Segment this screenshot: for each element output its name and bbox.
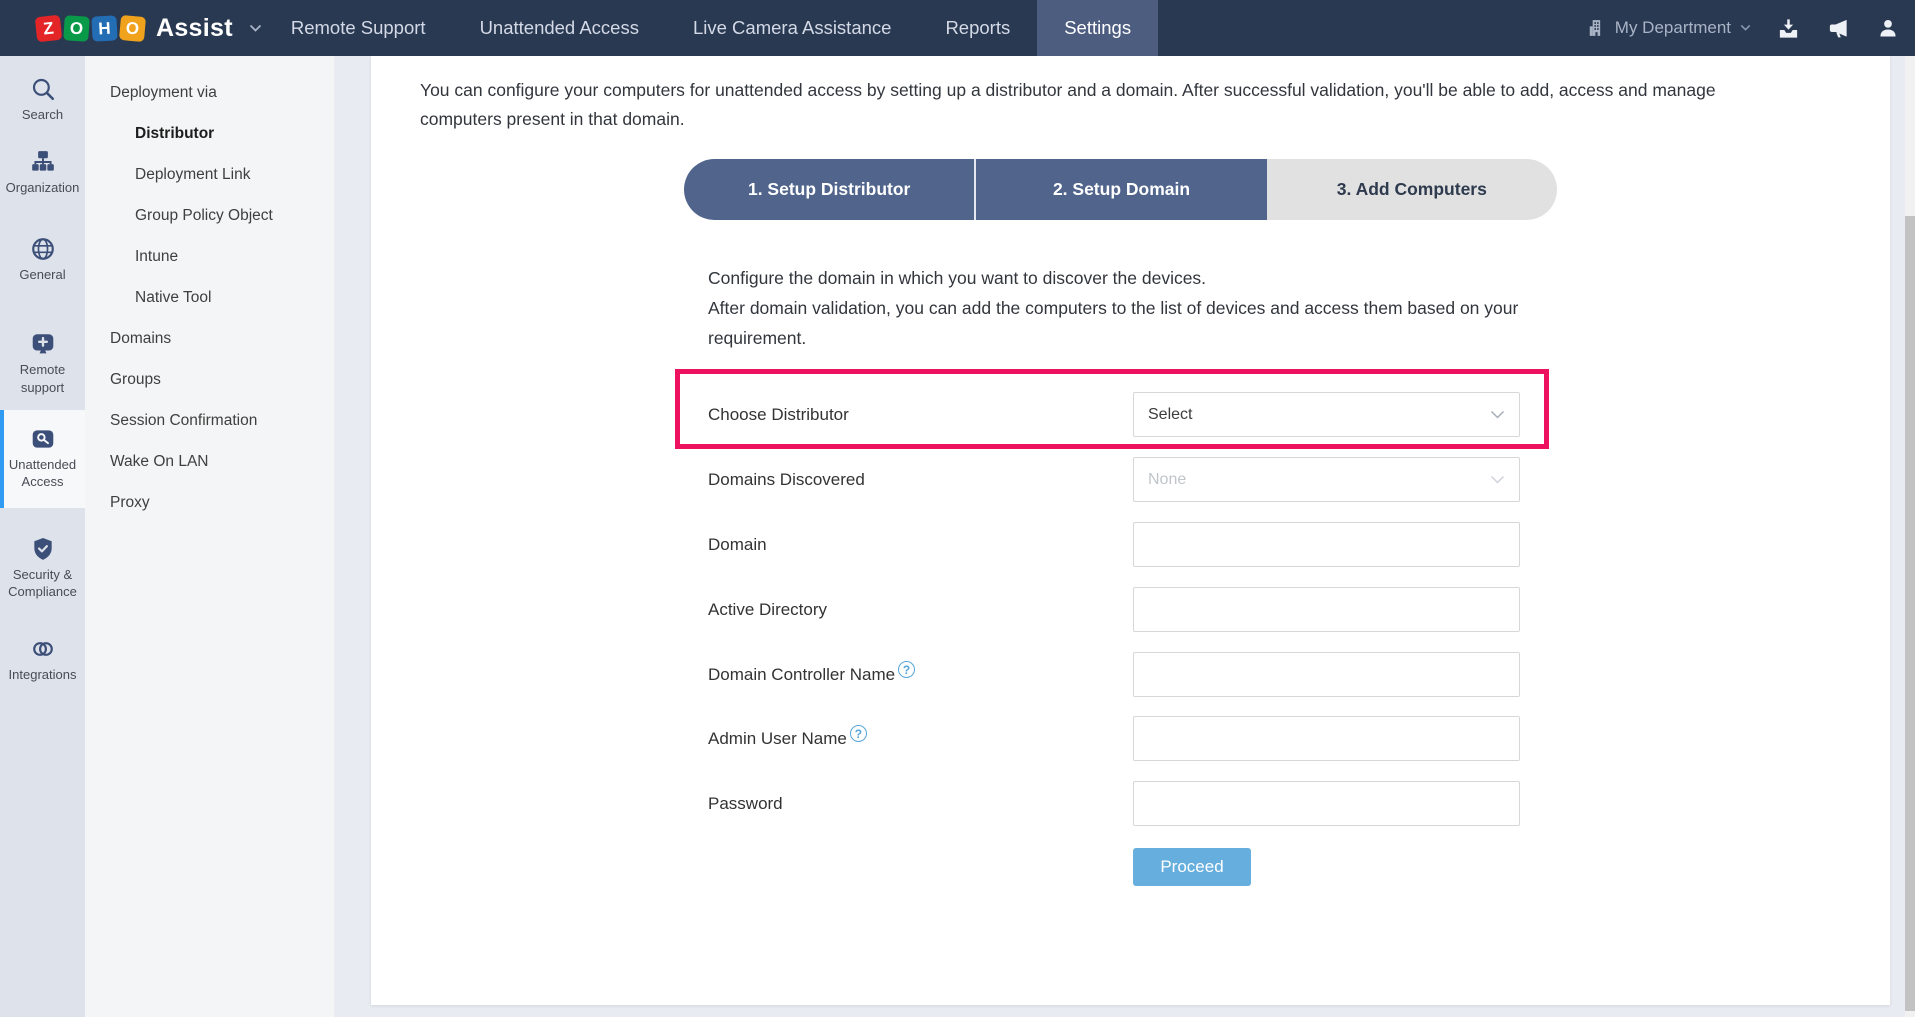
- admin-user-label: Admin User Name ?: [708, 716, 867, 761]
- description-line-1: Configure the domain in which you want t…: [708, 263, 1568, 293]
- label-text: Domain Controller Name: [708, 665, 895, 685]
- distributor-setup-panel: You can configure your computers for una…: [371, 56, 1890, 1005]
- label-text: Admin User Name: [708, 729, 847, 749]
- user-account-icon[interactable]: [1877, 17, 1899, 39]
- remote-support-icon: [30, 331, 56, 357]
- product-name: Assist: [156, 14, 233, 43]
- top-right-controls: My Department: [1586, 0, 1915, 56]
- announcements-icon[interactable]: [1826, 17, 1851, 40]
- form-row-domain: Domain: [708, 522, 1568, 567]
- admin-username-input[interactable]: [1133, 716, 1520, 761]
- intro-text: You can configure your computers for una…: [420, 76, 1750, 134]
- choose-distributor-select[interactable]: Select: [1133, 392, 1520, 437]
- organization-icon: [30, 149, 56, 175]
- logo-letter-z: Z: [35, 14, 62, 41]
- password-label: Password: [708, 781, 783, 826]
- nav-item-unattended-access[interactable]: Unattended Access: [453, 0, 666, 56]
- chevron-down-icon: [1490, 475, 1505, 485]
- selected-value: None: [1148, 471, 1186, 489]
- wizard-step-setup-distributor[interactable]: 1. Setup Distributor: [684, 159, 976, 220]
- chevron-down-icon[interactable]: [249, 24, 262, 33]
- form-row-active-directory: Active Directory: [708, 587, 1568, 632]
- rail-item-label: Organization: [6, 179, 80, 196]
- sidebar-item-domains[interactable]: Domains: [85, 318, 334, 359]
- sidebar-item-groups[interactable]: Groups: [85, 359, 334, 400]
- form-row-domains-discovered: Domains Discovered None: [708, 457, 1568, 502]
- rail-item-unattended-access[interactable]: Unattended Access: [0, 410, 85, 508]
- form-row-domain-controller: Domain Controller Name ?: [708, 652, 1568, 697]
- chevron-down-icon: [1490, 410, 1505, 420]
- rail-item-label: Search: [22, 106, 63, 123]
- top-navigation-bar: Z O H O Assist Remote Support Unattended…: [0, 0, 1915, 56]
- logo-letter-h: H: [91, 15, 117, 41]
- unattended-access-settings-menu: Deployment via Distributor Deployment Li…: [85, 56, 334, 1017]
- form-row-admin-user: Admin User Name ?: [708, 716, 1568, 761]
- zoho-logo: Z O H O: [36, 16, 145, 41]
- selected-value: Select: [1148, 406, 1192, 424]
- help-icon[interactable]: ?: [850, 725, 867, 742]
- brand[interactable]: Z O H O Assist: [0, 0, 262, 56]
- sidebar-item-intune[interactable]: Intune: [85, 236, 334, 277]
- chevron-down-icon: [1740, 24, 1751, 32]
- rail-item-label: Unattended Access: [4, 456, 81, 490]
- rail-item-remote-support[interactable]: Remote support: [0, 331, 85, 395]
- integrations-icon: [30, 636, 56, 662]
- wizard-step-add-computers[interactable]: 3. Add Computers: [1267, 159, 1557, 220]
- setup-wizard-steps: 1. Setup Distributor 2. Setup Domain 3. …: [684, 159, 1557, 220]
- building-icon: [1586, 18, 1606, 38]
- nav-item-remote-support[interactable]: Remote Support: [264, 0, 453, 56]
- active-directory-input[interactable]: [1133, 587, 1520, 632]
- sidebar-item-session-confirmation[interactable]: Session Confirmation: [85, 400, 334, 441]
- nav-item-reports[interactable]: Reports: [918, 0, 1037, 56]
- domain-controller-label: Domain Controller Name ?: [708, 652, 915, 697]
- logo-letter-o1: O: [63, 15, 90, 42]
- domain-controller-input[interactable]: [1133, 652, 1520, 697]
- domain-input[interactable]: [1133, 522, 1520, 567]
- rail-item-label: Security & Compliance: [0, 566, 85, 600]
- department-selector[interactable]: My Department: [1586, 18, 1751, 38]
- main-menu: Remote Support Unattended Access Live Ca…: [264, 0, 1158, 56]
- domains-discovered-select[interactable]: None: [1133, 457, 1520, 502]
- rail-item-integrations[interactable]: Integrations: [0, 636, 85, 683]
- settings-icon-rail: Search Organization: [0, 56, 85, 1017]
- password-input[interactable]: [1133, 781, 1520, 826]
- rail-item-general[interactable]: General: [0, 236, 85, 283]
- download-icon[interactable]: [1777, 17, 1800, 40]
- choose-distributor-label: Choose Distributor: [708, 392, 849, 437]
- globe-icon: [30, 236, 56, 262]
- rail-item-organization[interactable]: Organization: [0, 149, 85, 196]
- help-icon[interactable]: ?: [898, 661, 915, 678]
- app-window: Z O H O Assist Remote Support Unattended…: [0, 0, 1915, 1017]
- rail-item-security-compliance[interactable]: Security & Compliance: [0, 536, 85, 600]
- nav-item-live-camera-assistance[interactable]: Live Camera Assistance: [666, 0, 918, 56]
- rail-item-search[interactable]: Search: [0, 76, 85, 123]
- vertical-scrollbar[interactable]: [1905, 56, 1915, 1017]
- sidebar-item-native-tool[interactable]: Native Tool: [85, 277, 334, 318]
- nav-item-settings[interactable]: Settings: [1037, 0, 1158, 56]
- description-line-2: After domain validation, you can add the…: [708, 293, 1568, 353]
- rail-item-label: General: [19, 266, 65, 283]
- department-label: My Department: [1615, 18, 1731, 38]
- rail-item-label: Integrations: [9, 666, 77, 683]
- wizard-step-setup-domain[interactable]: 2. Setup Domain: [976, 159, 1266, 220]
- logo-letter-o2: O: [119, 14, 146, 41]
- form-row-choose-distributor: Choose Distributor Select: [708, 392, 1568, 437]
- sidebar-item-proxy[interactable]: Proxy: [85, 482, 334, 523]
- sidebar-item-deployment-via[interactable]: Deployment via: [85, 72, 334, 113]
- domain-setup-description: Configure the domain in which you want t…: [708, 263, 1568, 353]
- shield-check-icon: [30, 536, 56, 562]
- sidebar-item-distributor[interactable]: Distributor: [85, 113, 334, 154]
- domains-discovered-label: Domains Discovered: [708, 457, 865, 502]
- scrollbar-thumb[interactable]: [1905, 216, 1915, 1011]
- rail-item-label: Remote support: [0, 361, 85, 395]
- form-row-password: Password: [708, 781, 1568, 826]
- sidebar-item-group-policy-object[interactable]: Group Policy Object: [85, 195, 334, 236]
- sidebar-item-deployment-link[interactable]: Deployment Link: [85, 154, 334, 195]
- domain-label: Domain: [708, 522, 767, 567]
- unattended-access-icon: [30, 426, 56, 452]
- sidebar-item-wake-on-lan[interactable]: Wake On LAN: [85, 441, 334, 482]
- search-icon: [30, 76, 56, 102]
- active-directory-label: Active Directory: [708, 587, 827, 632]
- proceed-button[interactable]: Proceed: [1133, 848, 1251, 886]
